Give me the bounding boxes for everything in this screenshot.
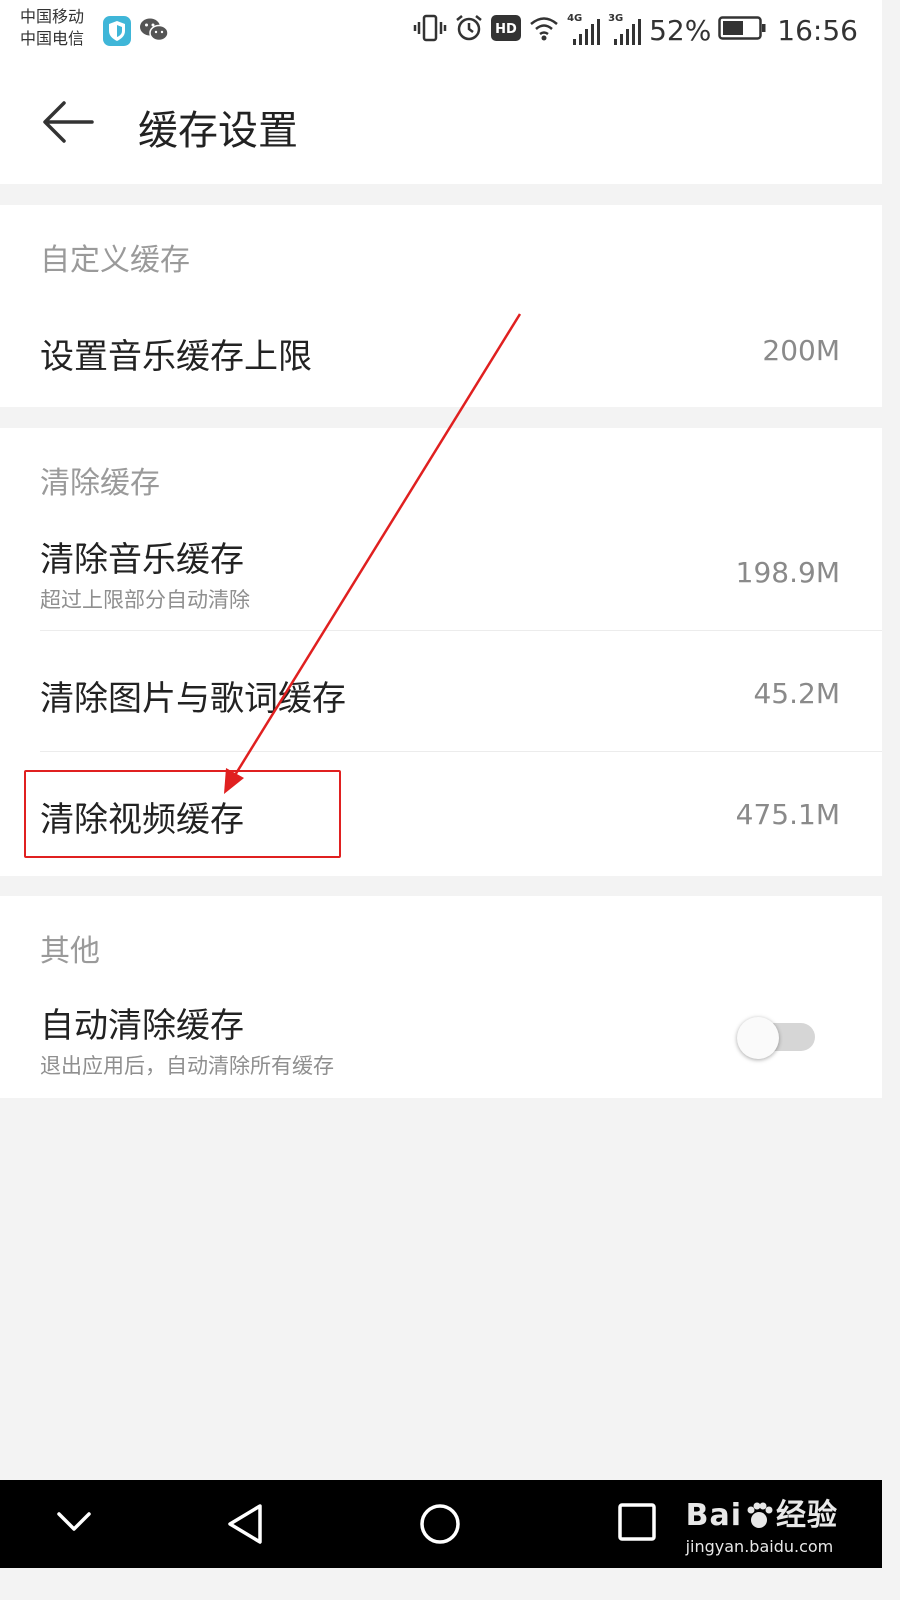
- clear-music-cache-subtitle: 超过上限部分自动清除: [40, 588, 250, 612]
- music-cache-limit-row[interactable]: 设置音乐缓存上限 200M: [0, 295, 882, 395]
- section-custom-cache: 自定义缓存 设置音乐缓存上限 200M: [0, 205, 882, 407]
- section-other: 其他 自动清除缓存 退出应用后，自动清除所有缓存: [0, 896, 882, 1098]
- hd-badge-text: HD: [495, 22, 517, 37]
- baidu-watermark: Bai 经验 jingyan.baidu.com: [686, 1490, 838, 1556]
- auto-clear-cache-title: 自动清除缓存: [40, 1006, 244, 1046]
- alarm-icon: [454, 13, 484, 47]
- recents-square-icon[interactable]: [617, 1502, 657, 1546]
- carrier-1: 中国移动: [20, 7, 85, 26]
- clear-music-cache-row[interactable]: 清除音乐缓存 超过上限部分自动清除 198.9M: [0, 520, 882, 630]
- hd-icon: HD: [491, 15, 522, 45]
- watermark-url: jingyan.baidu.com: [685, 1537, 834, 1556]
- app-header: 缓存设置: [0, 62, 882, 184]
- auto-clear-cache-subtitle: 退出应用后，自动清除所有缓存: [40, 1054, 334, 1078]
- clear-image-lyrics-cache-title: 清除图片与歌词缓存: [40, 679, 346, 719]
- signal-icon-2: 3G: [608, 13, 642, 45]
- wechat-icon: [139, 17, 169, 47]
- clear-video-cache-title: 清除视频缓存: [40, 800, 244, 840]
- watermark-brand: Bai: [685, 1498, 742, 1533]
- home-circle-icon[interactable]: [418, 1502, 462, 1550]
- wifi-icon: [528, 14, 560, 46]
- section-clear-cache: 清除缓存 清除音乐缓存 超过上限部分自动清除 198.9M 清除图片与歌词缓存 …: [0, 428, 882, 876]
- page-title: 缓存设置: [138, 108, 298, 154]
- chevron-down-icon[interactable]: [56, 1510, 92, 1538]
- clear-video-cache-value: 475.1M: [735, 798, 840, 831]
- section-label-other: 其他: [40, 934, 100, 969]
- status-bar: 中国移动 中国电信 HD 4G 3G 52% 16:56: [0, 0, 882, 62]
- watermark-brand-tail: 经验: [776, 1498, 838, 1533]
- system-nav-bar: Bai 经验 jingyan.baidu.com: [0, 1480, 882, 1568]
- back-triangle-icon[interactable]: [224, 1502, 266, 1550]
- clock: 16:56: [777, 13, 858, 47]
- clear-music-cache-value: 198.9M: [735, 556, 840, 589]
- vibrate-icon: [413, 13, 447, 47]
- clear-image-lyrics-cache-value: 45.2M: [753, 677, 840, 710]
- battery-percent: 52%: [649, 13, 712, 47]
- toggle-knob: [737, 1017, 779, 1059]
- clear-video-cache-row[interactable]: 清除视频缓存 475.1M: [0, 752, 882, 876]
- paw-icon: [744, 1501, 774, 1535]
- arrow-left-icon[interactable]: [40, 98, 96, 150]
- auto-clear-toggle[interactable]: [737, 1017, 817, 1059]
- clear-image-lyrics-cache-row[interactable]: 清除图片与歌词缓存 45.2M: [0, 631, 882, 751]
- music-cache-limit-title: 设置音乐缓存上限: [40, 337, 312, 377]
- signal-icon: 4G: [567, 13, 601, 45]
- shield-app-icon: [103, 16, 131, 50]
- status-icons: HD 4G 3G 52% 16:56: [413, 10, 858, 50]
- section-label-custom: 自定义缓存: [40, 243, 190, 278]
- section-label-clear: 清除缓存: [40, 466, 160, 501]
- music-cache-limit-value: 200M: [762, 334, 840, 367]
- carrier-2: 中国电信: [20, 29, 85, 48]
- clear-music-cache-title: 清除音乐缓存: [40, 540, 244, 580]
- carrier-labels: 中国移动 中国电信: [20, 6, 84, 50]
- battery-icon: [718, 16, 766, 44]
